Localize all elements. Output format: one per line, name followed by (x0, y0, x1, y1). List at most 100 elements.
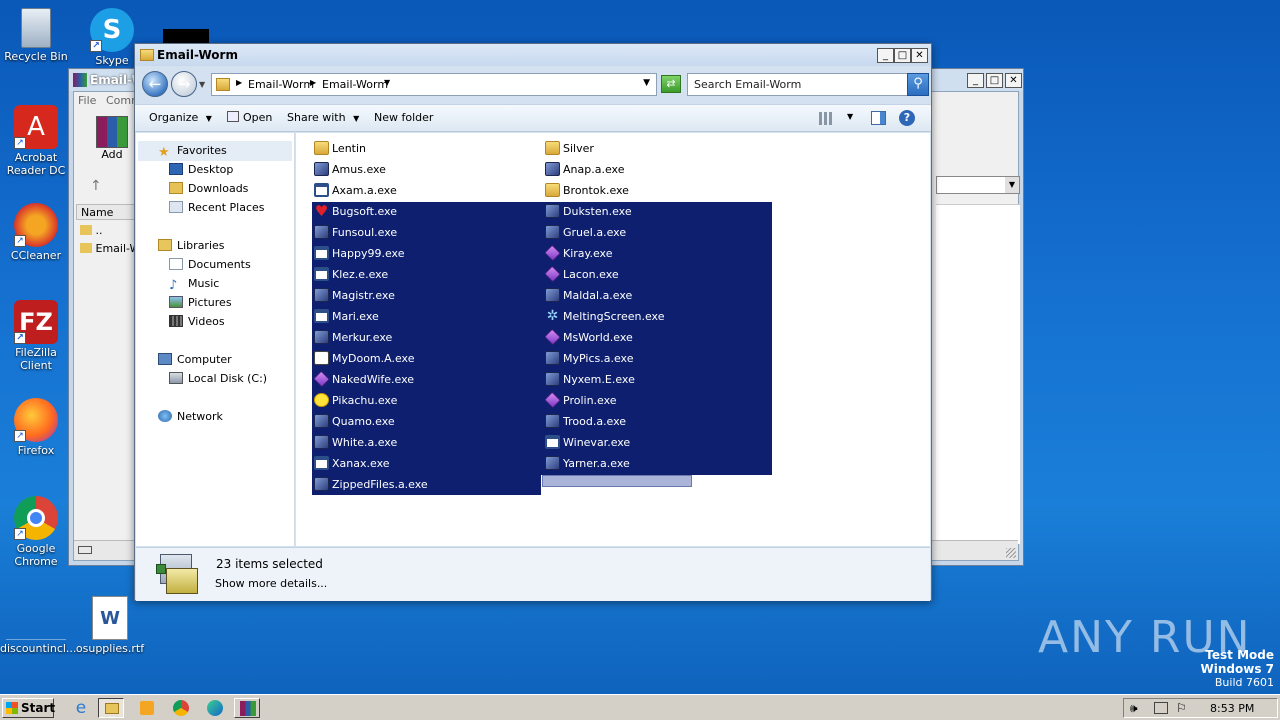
winrar-column-header[interactable]: Name (76, 204, 136, 220)
explorer-titlebar[interactable]: Email-Worm _ □ ✕ (135, 44, 931, 66)
file-item[interactable]: Kiray.exe (543, 244, 693, 263)
preview-pane-icon[interactable] (871, 111, 886, 125)
breadcrumb-separator[interactable]: ▼ (384, 78, 390, 87)
breadcrumb-item-1[interactable]: Email-Worm (248, 78, 314, 91)
winrar-row-email-worm[interactable]: Email-W (80, 242, 140, 255)
file-item[interactable]: MsWorld.exe (543, 328, 693, 347)
breadcrumb-separator[interactable]: ▶ (310, 78, 316, 87)
nav-music[interactable]: ♪ Music (169, 277, 219, 292)
file-item[interactable]: Axam.a.exe (312, 181, 462, 200)
winrar-taskbar-icon[interactable] (234, 698, 260, 718)
share-with-button[interactable]: Share with ▼ (287, 111, 359, 124)
file-item[interactable]: Pikachu.exe (312, 391, 462, 410)
desktop-icon-filezilla[interactable]: FZ ↗ FileZilla Client (0, 300, 72, 372)
recent-pages-dropdown[interactable]: ▼ (199, 80, 205, 89)
up-arrow-icon[interactable]: ↑ (90, 178, 102, 194)
winrar-path-combo[interactable]: ▼ (936, 176, 1020, 194)
edge-icon[interactable] (202, 698, 228, 718)
forward-button[interactable]: → (171, 71, 197, 97)
back-button[interactable]: ← (142, 71, 168, 97)
winrar-menu-file[interactable]: File (78, 94, 96, 107)
desktop-icon-chrome[interactable]: ↗ Google Chrome (0, 496, 72, 568)
file-item[interactable]: ZippedFiles.a.exe (312, 475, 462, 494)
winrar-row-parent[interactable]: .. (80, 224, 103, 237)
file-item[interactable]: Duksten.exe (543, 202, 693, 221)
start-button[interactable]: Start (2, 698, 55, 718)
nav-videos[interactable]: Videos (169, 315, 225, 328)
nav-pictures[interactable]: Pictures (169, 296, 232, 309)
winrar-add-button[interactable]: Add (92, 116, 132, 164)
volume-icon[interactable]: 🕪 (1130, 701, 1138, 716)
file-item[interactable]: Lacon.exe (543, 265, 693, 284)
file-item[interactable]: Gruel.a.exe (543, 223, 693, 242)
breadcrumb-item-2[interactable]: Email-Worm (322, 78, 388, 91)
desktop-icon-firefox[interactable]: ↗ Firefox (0, 398, 72, 457)
file-item[interactable]: Klez.e.exe (312, 265, 462, 284)
file-item[interactable]: Funsoul.exe (312, 223, 462, 242)
file-item[interactable]: White.a.exe (312, 433, 462, 452)
ie-icon[interactable]: e (68, 698, 94, 718)
file-item[interactable]: Silver (543, 139, 693, 158)
desktop-icon-osupplies[interactable]: W osupplies.rtf (74, 596, 146, 655)
file-item[interactable]: Brontok.exe (543, 181, 693, 200)
nav-downloads[interactable]: Downloads (169, 182, 248, 195)
view-options-dropdown[interactable]: ▼ (847, 112, 853, 121)
nav-libraries[interactable]: Libraries (158, 239, 225, 252)
file-item[interactable]: Prolin.exe (543, 391, 693, 410)
file-item[interactable]: Maldal.a.exe (543, 286, 693, 305)
desktop-icon-acrobat[interactable]: A ↗ Acrobat Reader DC (0, 105, 72, 177)
file-item[interactable]: Trood.a.exe (543, 412, 693, 431)
nav-local-disk[interactable]: Local Disk (C:) (169, 372, 267, 385)
file-list[interactable]: Lentin Amus.exe Axam.a.exe ♥ Bugsoft.exe Funs… (296, 133, 930, 546)
address-bar[interactable]: ▶ Email-Worm ▶ Email-Worm ▼ ▼ (211, 73, 657, 96)
file-item[interactable]: NakedWife.exe (312, 370, 462, 389)
file-item[interactable]: ✲ MeltingScreen.exe (543, 307, 693, 326)
breadcrumb-separator[interactable]: ▶ (236, 78, 242, 87)
desktop-icon-recycle-bin[interactable]: Recycle Bin (0, 8, 72, 63)
file-item[interactable]: Xanax.exe (312, 454, 462, 473)
file-item[interactable]: Happy99.exe (312, 244, 462, 263)
file-item[interactable]: Merkur.exe (312, 328, 462, 347)
desktop-icon-discountincl[interactable]: discountincl... (0, 596, 76, 655)
clock[interactable]: 8:53 PM (1210, 702, 1254, 715)
file-item[interactable]: Nyxem.E.exe (543, 370, 693, 389)
winrar-close-button[interactable]: ✕ (1005, 73, 1022, 88)
minimize-button[interactable]: _ (877, 48, 894, 63)
desktop-icon-ccleaner[interactable]: ↗ CCleaner (0, 203, 72, 262)
maximize-button[interactable]: □ (894, 48, 911, 63)
network-tray-icon[interactable] (1154, 702, 1168, 714)
show-more-details-link[interactable]: Show more details... (215, 577, 327, 590)
change-view-icon[interactable] (819, 112, 834, 125)
nav-documents[interactable]: Documents (169, 258, 251, 271)
file-item[interactable]: Quamo.exe (312, 412, 462, 431)
search-input[interactable]: Search Email-Worm ⚲ (687, 73, 929, 96)
file-item[interactable]: Amus.exe (312, 160, 462, 179)
file-item[interactable]: MyDoom.A.exe (312, 349, 462, 368)
open-button[interactable]: Open (227, 111, 272, 124)
organize-button[interactable]: Organize ▼ (149, 111, 212, 124)
explorer-window[interactable]: Email-Worm _ □ ✕ ← → ▼ ▶ Email-Worm ▶ Em… (134, 43, 932, 601)
file-item[interactable]: Magistr.exe (312, 286, 462, 305)
nav-recent-places[interactable]: Recent Places (169, 201, 265, 214)
file-item[interactable]: MyPics.a.exe (543, 349, 693, 368)
help-icon[interactable]: ? (899, 110, 915, 126)
nav-computer[interactable]: Computer (158, 353, 232, 366)
winrar-maximize-button[interactable]: □ (986, 73, 1003, 88)
explorer-taskbar-icon[interactable] (98, 698, 124, 718)
file-item[interactable]: Mari.exe (312, 307, 462, 326)
file-item[interactable]: Yarner.a.exe (543, 454, 693, 473)
resize-grip-icon[interactable] (1006, 548, 1016, 558)
close-button[interactable]: ✕ (911, 48, 928, 63)
chrome-taskbar-icon[interactable] (168, 698, 194, 718)
winrar-minimize-button[interactable]: _ (967, 73, 984, 88)
flag-icon[interactable]: ⚐ (1176, 701, 1187, 715)
nav-desktop[interactable]: Desktop (169, 163, 233, 176)
media-player-icon[interactable] (134, 698, 160, 718)
file-item[interactable]: Winevar.exe (543, 433, 693, 452)
new-folder-button[interactable]: New folder (374, 111, 433, 124)
refresh-button[interactable]: ⇄ (661, 75, 681, 93)
address-history-dropdown[interactable]: ▼ (643, 78, 650, 88)
file-item[interactable]: Lentin (312, 139, 462, 158)
nav-favorites[interactable]: ★ Favorites (158, 144, 227, 159)
file-item[interactable]: Anap.a.exe (543, 160, 693, 179)
